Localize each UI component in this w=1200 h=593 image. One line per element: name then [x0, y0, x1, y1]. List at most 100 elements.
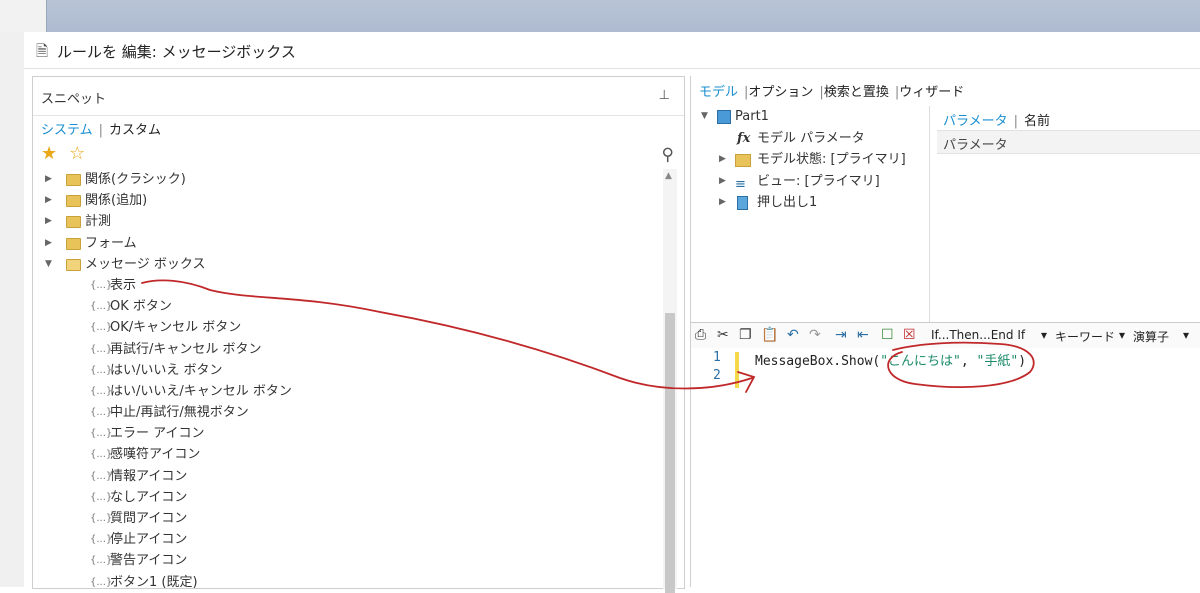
undo-icon[interactable]: ↶: [787, 327, 799, 343]
snippet-icon: {...}: [90, 407, 113, 419]
expand-arrow-icon[interactable]: ▶: [45, 211, 55, 232]
model-tree-item[interactable]: ▶ モデル状態: [プライマリ]: [699, 149, 929, 171]
tab-custom[interactable]: カスタム: [109, 123, 161, 138]
snippet-item[interactable]: {...} 再試行/キャンセル ボタン: [33, 339, 663, 360]
snippet-item[interactable]: {...} OK ボタン: [33, 296, 663, 317]
comment-icon[interactable]: ☐: [881, 327, 894, 343]
cut-icon[interactable]: ✂: [717, 327, 729, 343]
snippet-item[interactable]: {...} 表示: [33, 275, 663, 296]
outdent-icon[interactable]: ⇤: [857, 327, 869, 343]
snippet-item-label: エラー アイコン: [110, 426, 205, 442]
model-tree-item[interactable]: ▶ ≡ ビュー: [プライマリ]: [699, 171, 929, 193]
scroll-up-icon[interactable]: ▲: [665, 171, 672, 181]
keyword-dropdown[interactable]: キーワード: [1055, 328, 1115, 345]
expand-arrow-icon[interactable]: ▶: [45, 169, 55, 190]
chevron-down-icon[interactable]: ▾: [1183, 328, 1189, 342]
expand-arrow-icon[interactable]: ▶: [45, 233, 55, 254]
snippet-icon: {...}: [90, 364, 113, 376]
uncomment-icon[interactable]: ☒: [903, 327, 916, 343]
expand-arrow-icon[interactable]: ▶: [45, 190, 55, 211]
tree-folder[interactable]: ▶ 関係(追加): [33, 190, 663, 211]
scrollbar-thumb[interactable]: [665, 313, 675, 593]
snippet-icon: {...}: [90, 385, 113, 397]
chevron-down-icon[interactable]: ▾: [1041, 328, 1047, 342]
snippet-item[interactable]: {...} 停止アイコン: [33, 529, 663, 550]
snippet-item-label: 情報アイコン: [110, 468, 188, 484]
paste-icon[interactable]: 📋: [761, 327, 778, 343]
expand-arrow-icon[interactable]: ▶: [719, 171, 726, 192]
tab-system[interactable]: システム: [41, 123, 93, 138]
print-icon[interactable]: ⎙: [695, 327, 706, 343]
snippet-item-label: 停止アイコン: [110, 532, 188, 548]
snippet-item[interactable]: {...} 質問アイコン: [33, 508, 663, 529]
code-line[interactable]: MessageBox.Show("こんにちは", "手紙"): [755, 350, 1026, 369]
star-icon[interactable]: ★: [41, 143, 57, 164]
snippet-item-label: 再試行/キャンセル ボタン: [110, 341, 262, 357]
snippet-item[interactable]: {...} はい/いいえ/キャンセル ボタン: [33, 381, 663, 402]
tab-model[interactable]: モデル: [699, 85, 738, 100]
tree-folder[interactable]: ▶ 関係(クラシック): [33, 169, 663, 190]
snippet-item[interactable]: {...} 中止/再試行/無視ボタン: [33, 402, 663, 423]
snippet-item[interactable]: {...} 感嘆符アイコン: [33, 444, 663, 465]
expand-arrow-icon[interactable]: ▶: [719, 149, 726, 170]
snippet-item-label: はい/いいえ ボタン: [110, 362, 223, 378]
editor-panel: モデル |オプション |検索と置換 |ウィザード ▼ Part1 fx モデル パラメ…: [690, 76, 1200, 587]
snippet-item[interactable]: {...} OK/キャンセル ボタン: [33, 317, 663, 338]
snippet-item[interactable]: {...} ボタン1 (既定): [33, 572, 663, 593]
folder-icon: [66, 237, 81, 250]
model-tree-item[interactable]: ▶ 押し出し1: [699, 192, 929, 214]
snippet-item-label: 感嘆符アイコン: [110, 447, 201, 463]
operator-dropdown[interactable]: 演算子: [1133, 328, 1169, 345]
snippet-item-label: 中止/再試行/無視ボタン: [110, 405, 249, 421]
snippet-icon: {...}: [90, 279, 113, 291]
folder-icon: [66, 174, 81, 186]
model-tree-item[interactable]: ▼ Part1: [699, 106, 929, 128]
tree-folder-expanded[interactable]: ▼ メッセージ ボックス: [33, 254, 663, 275]
model-tree-item[interactable]: fx モデル パラメータ: [699, 128, 929, 150]
copy-icon[interactable]: ❐: [739, 327, 752, 343]
chevron-down-icon[interactable]: ▾: [1119, 328, 1125, 342]
code-editor[interactable]: 1 2 MessageBox.Show("こんにちは", "手紙"): [691, 348, 1200, 587]
background-panel-corner: [0, 0, 47, 32]
tree-folder[interactable]: ▶ 計測: [33, 211, 663, 232]
star-add-icon[interactable]: ☆: [69, 143, 85, 164]
snippet-item[interactable]: {...} はい/いいえ ボタン: [33, 360, 663, 381]
collapse-arrow-icon[interactable]: ▼: [701, 106, 708, 127]
vertical-scrollbar[interactable]: ▲: [663, 169, 677, 593]
tab-options[interactable]: オプション: [748, 85, 813, 100]
snippet-item[interactable]: {...} なしアイコン: [33, 487, 663, 508]
favorites-bar: ★ ☆: [41, 143, 85, 164]
folder-icon: [66, 195, 81, 208]
snippet-icon: {...}: [90, 428, 113, 440]
tree-folder[interactable]: ▶ フォーム: [33, 233, 663, 254]
parameter-panel: パラメータ | 名前 パラメータ: [933, 106, 1200, 324]
tab-names[interactable]: 名前: [1024, 114, 1050, 129]
snippet-item-label: OK ボタン: [110, 299, 172, 315]
snippet-item[interactable]: {...} 警告アイコン: [33, 550, 663, 571]
snippet-item[interactable]: {...} エラー アイコン: [33, 423, 663, 444]
snippet-item[interactable]: {...} 情報アイコン: [33, 466, 663, 487]
folder-open-icon: [66, 258, 81, 271]
snippet-item-label: OK/キャンセル ボタン: [110, 320, 242, 336]
snippet-icon: {...}: [90, 449, 113, 461]
tab-wizard[interactable]: ウィザード: [899, 85, 964, 100]
pin-icon[interactable]: ⊥: [659, 88, 670, 103]
collapse-arrow-icon[interactable]: ▼: [45, 254, 55, 275]
parameter-column-header[interactable]: パラメータ: [937, 130, 1200, 154]
expand-arrow-icon[interactable]: ▶: [719, 192, 726, 213]
snippet-item-label: はい/いいえ/キャンセル ボタン: [110, 383, 292, 399]
tab-parameters[interactable]: パラメータ: [943, 114, 1008, 129]
redo-icon[interactable]: ↷: [809, 327, 821, 343]
indent-icon[interactable]: ⇥: [835, 327, 847, 343]
snippets-panel: スニペット ⊥ システム | カスタム ★ ☆ ⚲ ▶ 関係(クラシック) ▶ 関係(…: [32, 76, 685, 593]
snippet-item-label: ボタン1 (既定): [110, 574, 198, 590]
snippet-icon: {...}: [90, 576, 113, 588]
if-then-dropdown[interactable]: If...Then...End If: [931, 328, 1025, 342]
background-window: [0, 0, 1200, 32]
rule-icon: 🗎: [36, 42, 49, 60]
folder-icon: [735, 154, 751, 167]
search-icon[interactable]: ⚲: [662, 145, 674, 165]
tab-find-replace[interactable]: 検索と置換: [824, 85, 889, 100]
line-number: 2: [713, 368, 721, 383]
snippet-item-label: 質問アイコン: [110, 511, 188, 526]
